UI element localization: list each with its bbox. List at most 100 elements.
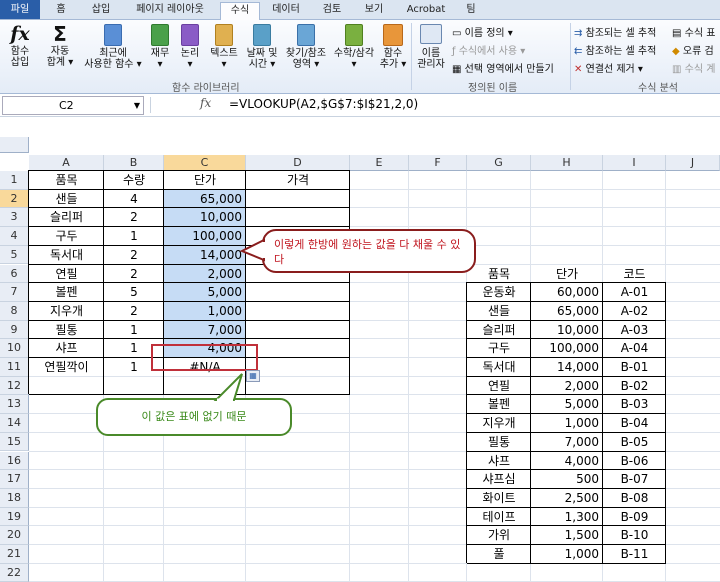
lookup-code-cell[interactable]: B-03 (603, 395, 666, 414)
error-checking-button[interactable]: ◆ 오류 검 (672, 42, 714, 57)
lookup-code-cell[interactable]: B-10 (603, 526, 666, 545)
insert-function-button[interactable]: fx 함수 삽입 (4, 22, 36, 68)
row-header-14[interactable]: 14 (0, 414, 29, 433)
row-header-12[interactable]: 12 (0, 376, 29, 396)
main-item-cell[interactable]: 슬리퍼 (29, 208, 104, 227)
tab-insert[interactable]: 삽입 (84, 2, 118, 19)
lookup-item-cell[interactable]: 지우개 (467, 414, 531, 433)
row-header-2[interactable]: 2 (0, 189, 29, 209)
lookup-item-cell[interactable]: 독서대 (467, 358, 531, 377)
evaluate-formula-button[interactable]: ▥ 수식 계 (672, 60, 715, 75)
lookup-item-cell[interactable]: 풀 (467, 545, 531, 564)
main-price-cell[interactable]: 100,000 (164, 227, 246, 246)
main-item-cell[interactable]: 필통 (29, 321, 104, 340)
lookup-price-cell[interactable]: 5,000 (531, 395, 603, 414)
row-header-4[interactable]: 4 (0, 227, 29, 246)
row-header-18[interactable]: 18 (0, 488, 29, 508)
lookup-code-cell[interactable]: A-01 (603, 283, 666, 302)
lookup-item-cell[interactable]: 화이트 (467, 489, 531, 508)
main-price-cell[interactable]: 5,000 (164, 283, 246, 302)
tab-page-layout[interactable]: 페이지 레이아웃 (124, 2, 216, 19)
lookup-item-cell[interactable]: 샌들 (467, 302, 531, 321)
main-price-cell[interactable]: 65,000 (164, 190, 246, 209)
lookup-code-cell[interactable]: B-02 (603, 377, 666, 396)
main-qty-cell[interactable]: 1 (104, 227, 164, 246)
lookup-price-cell[interactable]: 65,000 (531, 302, 603, 321)
lookup-code-cell[interactable]: A-03 (603, 321, 666, 340)
row-header-8[interactable]: 8 (0, 301, 29, 321)
main-total-cell[interactable] (246, 208, 350, 227)
tab-formulas[interactable]: 수식 (220, 2, 260, 20)
row-header-9[interactable]: 9 (0, 320, 29, 340)
lookup-code-cell[interactable]: B-04 (603, 414, 666, 433)
main-qty-cell[interactable]: 2 (104, 246, 164, 265)
row-header-17[interactable]: 17 (0, 470, 29, 489)
lookup-item-cell[interactable]: 샤프 (467, 452, 531, 471)
fx-icon[interactable]: fx (200, 96, 211, 110)
tab-review[interactable]: 검토 (314, 2, 350, 19)
column-header-b[interactable]: B (104, 155, 164, 171)
logical-button[interactable]: 논리 ▾ (176, 22, 204, 70)
main-total-cell[interactable] (246, 283, 350, 302)
trace-dependents-button[interactable]: ⇇ 참조하는 셀 추적 (574, 42, 656, 57)
row-header-22[interactable]: 22 (0, 563, 29, 582)
use-in-formula-button[interactable]: ƒ 수식에서 사용 ▾ (452, 42, 525, 57)
main-item-cell[interactable]: 연필깍이 (29, 358, 104, 377)
lookup-item-cell[interactable]: 가위 (467, 526, 531, 545)
lookup-price-cell[interactable]: 1,500 (531, 526, 603, 545)
lookup-price-cell[interactable]: 1,000 (531, 414, 603, 433)
main-total-cell[interactable] (246, 339, 350, 358)
lookup-header[interactable]: 단가 (531, 265, 603, 284)
main-total-cell[interactable] (246, 321, 350, 340)
column-header-a[interactable]: A (29, 155, 104, 171)
main-qty-cell[interactable]: 5 (104, 283, 164, 302)
column-header-i[interactable]: I (603, 155, 666, 171)
main-price-cell[interactable]: 10,000 (164, 208, 246, 227)
lookup-item-cell[interactable]: 필통 (467, 433, 531, 452)
autofill-options-icon[interactable]: ▦ (246, 370, 260, 382)
lookup-item-cell[interactable]: 샤프심 (467, 470, 531, 489)
lookup-price-cell[interactable]: 2,000 (531, 377, 603, 396)
row-header-21[interactable]: 21 (0, 545, 29, 564)
lookup-code-cell[interactable]: B-07 (603, 470, 666, 489)
formula-input[interactable]: =VLOOKUP(A2,$G$7:$I$21,2,0) (229, 97, 418, 111)
main-table-header[interactable]: 수량 (104, 171, 164, 190)
main-qty-cell[interactable]: 2 (104, 302, 164, 321)
row-header-13[interactable]: 13 (0, 395, 29, 415)
lookup-price-cell[interactable]: 60,000 (531, 283, 603, 302)
lookup-price-cell[interactable]: 14,000 (531, 358, 603, 377)
math-trig-button[interactable]: 수학/삼각 ▾ (332, 22, 376, 70)
lookup-reference-button[interactable]: 찾기/참조 영역 ▾ (282, 22, 330, 70)
tab-view[interactable]: 보기 (356, 2, 392, 19)
lookup-price-cell[interactable]: 7,000 (531, 433, 603, 452)
datetime-button[interactable]: 날짜 및 시간 ▾ (244, 22, 280, 70)
main-item-cell[interactable]: 볼펜 (29, 283, 104, 302)
lookup-price-cell[interactable]: 4,000 (531, 452, 603, 471)
main-item-cell[interactable]: 샌들 (29, 190, 104, 209)
autosum-button[interactable]: Σ 자동 합계 ▾ (40, 22, 80, 68)
column-header-f[interactable]: F (409, 155, 467, 171)
name-manager-button[interactable]: 이름 관리자 (414, 22, 448, 70)
lookup-price-cell[interactable]: 1,300 (531, 508, 603, 527)
lookup-code-cell[interactable]: B-09 (603, 508, 666, 527)
main-qty-cell[interactable]: 1 (104, 321, 164, 340)
main-item-cell[interactable]: 지우개 (29, 302, 104, 321)
row-header-5[interactable]: 5 (0, 245, 29, 265)
lookup-item-cell[interactable]: 운동화 (467, 283, 531, 302)
row-header-11[interactable]: 11 (0, 358, 29, 377)
financial-button[interactable]: 재무 ▾ (146, 22, 174, 70)
lookup-item-cell[interactable]: 볼펜 (467, 395, 531, 414)
column-header-j[interactable]: J (666, 155, 720, 171)
column-header-e[interactable]: E (350, 155, 409, 171)
column-header-c[interactable]: C (164, 155, 246, 171)
tab-home[interactable]: 홈 (46, 2, 76, 19)
lookup-code-cell[interactable]: A-04 (603, 339, 666, 358)
row-header-1[interactable]: 1 (0, 171, 29, 190)
row-header-16[interactable]: 16 (0, 451, 29, 471)
tab-file[interactable]: 파일 (0, 0, 40, 19)
trace-precedents-button[interactable]: ⇉ 참조되는 셀 추적 (574, 24, 656, 39)
text-button[interactable]: 텍스트 ▾ (206, 22, 242, 70)
main-total-cell[interactable] (246, 302, 350, 321)
create-from-selection-button[interactable]: ▦ 선택 영역에서 만들기 (452, 60, 554, 75)
lookup-item-cell[interactable]: 연필 (467, 377, 531, 396)
